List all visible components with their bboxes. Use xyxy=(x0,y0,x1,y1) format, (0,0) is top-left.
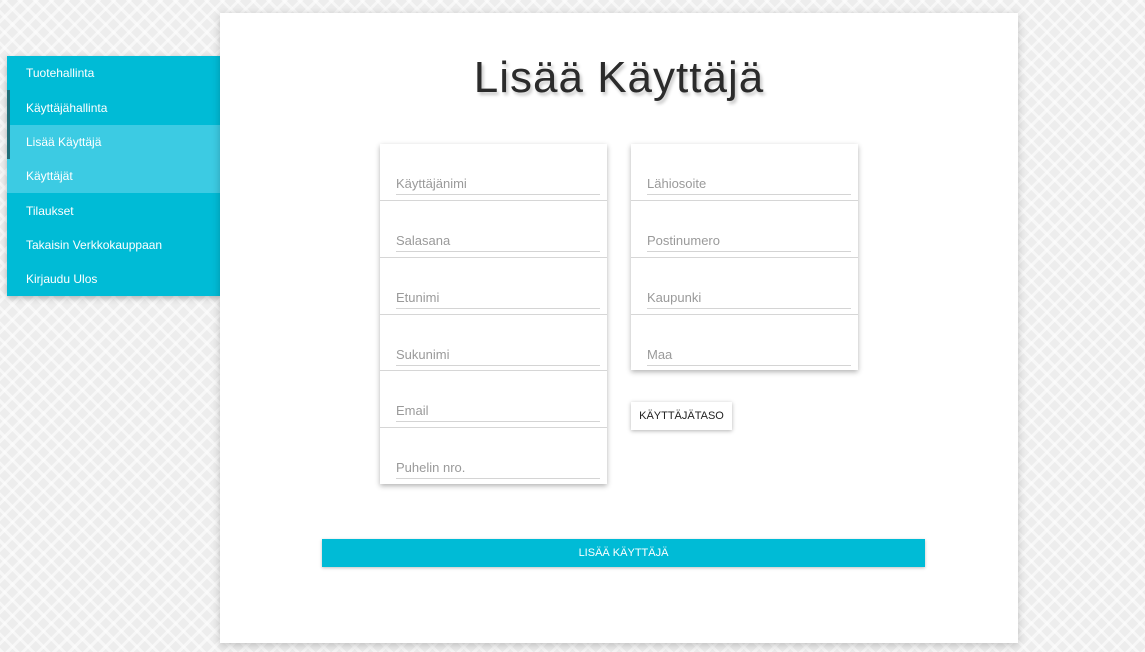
sidebar-item-kirjaudu-ulos[interactable]: Kirjaudu Ulos xyxy=(7,262,220,296)
phone-input[interactable] xyxy=(396,456,600,479)
postal-row xyxy=(631,200,858,257)
email-input[interactable] xyxy=(396,399,600,422)
phone-row xyxy=(380,427,607,484)
username-row xyxy=(380,144,607,201)
personal-info-fields xyxy=(380,144,607,484)
sidebar-item-tuotehallinta[interactable]: Tuotehallinta xyxy=(7,56,220,90)
lastname-input[interactable] xyxy=(396,343,600,366)
city-input[interactable] xyxy=(647,286,851,309)
email-row xyxy=(380,370,607,427)
firstname-row xyxy=(380,257,607,314)
address-input[interactable] xyxy=(647,172,851,195)
address-fields xyxy=(631,144,858,370)
lastname-row xyxy=(380,314,607,371)
sidebar-item-lisaa-kayttaja[interactable]: Lisää Käyttäjä xyxy=(7,125,220,159)
postal-code-input[interactable] xyxy=(647,229,851,252)
country-row xyxy=(631,314,858,371)
country-input[interactable] xyxy=(647,343,851,366)
add-user-submit-button[interactable]: LISÄÄ KÄYTTÄJÄ xyxy=(322,539,925,567)
sidebar-item-takaisin-verkkokauppaan[interactable]: Takaisin Verkkokauppaan xyxy=(7,228,220,262)
sidebar-item-kayttajat[interactable]: Käyttäjät xyxy=(7,159,220,193)
username-input[interactable] xyxy=(396,172,600,195)
sidebar-item-kayttajahallinta[interactable]: Käyttäjähallinta xyxy=(7,91,220,125)
address-row xyxy=(631,144,858,201)
sidebar-nav: Tuotehallinta Käyttäjähallinta Lisää Käy… xyxy=(7,56,220,296)
page-title: Lisää Käyttäjä xyxy=(473,53,765,102)
user-level-button[interactable]: KÄYTTÄJÄTASO xyxy=(631,402,732,430)
sidebar-item-tilaukset[interactable]: Tilaukset xyxy=(7,194,220,228)
add-user-card: Lisää Käyttäjä Käyttäjänimi Etunimi Suku… xyxy=(220,13,1018,643)
password-row xyxy=(380,200,607,257)
city-row xyxy=(631,257,858,314)
firstname-input[interactable] xyxy=(396,286,600,309)
password-input[interactable] xyxy=(396,229,600,252)
